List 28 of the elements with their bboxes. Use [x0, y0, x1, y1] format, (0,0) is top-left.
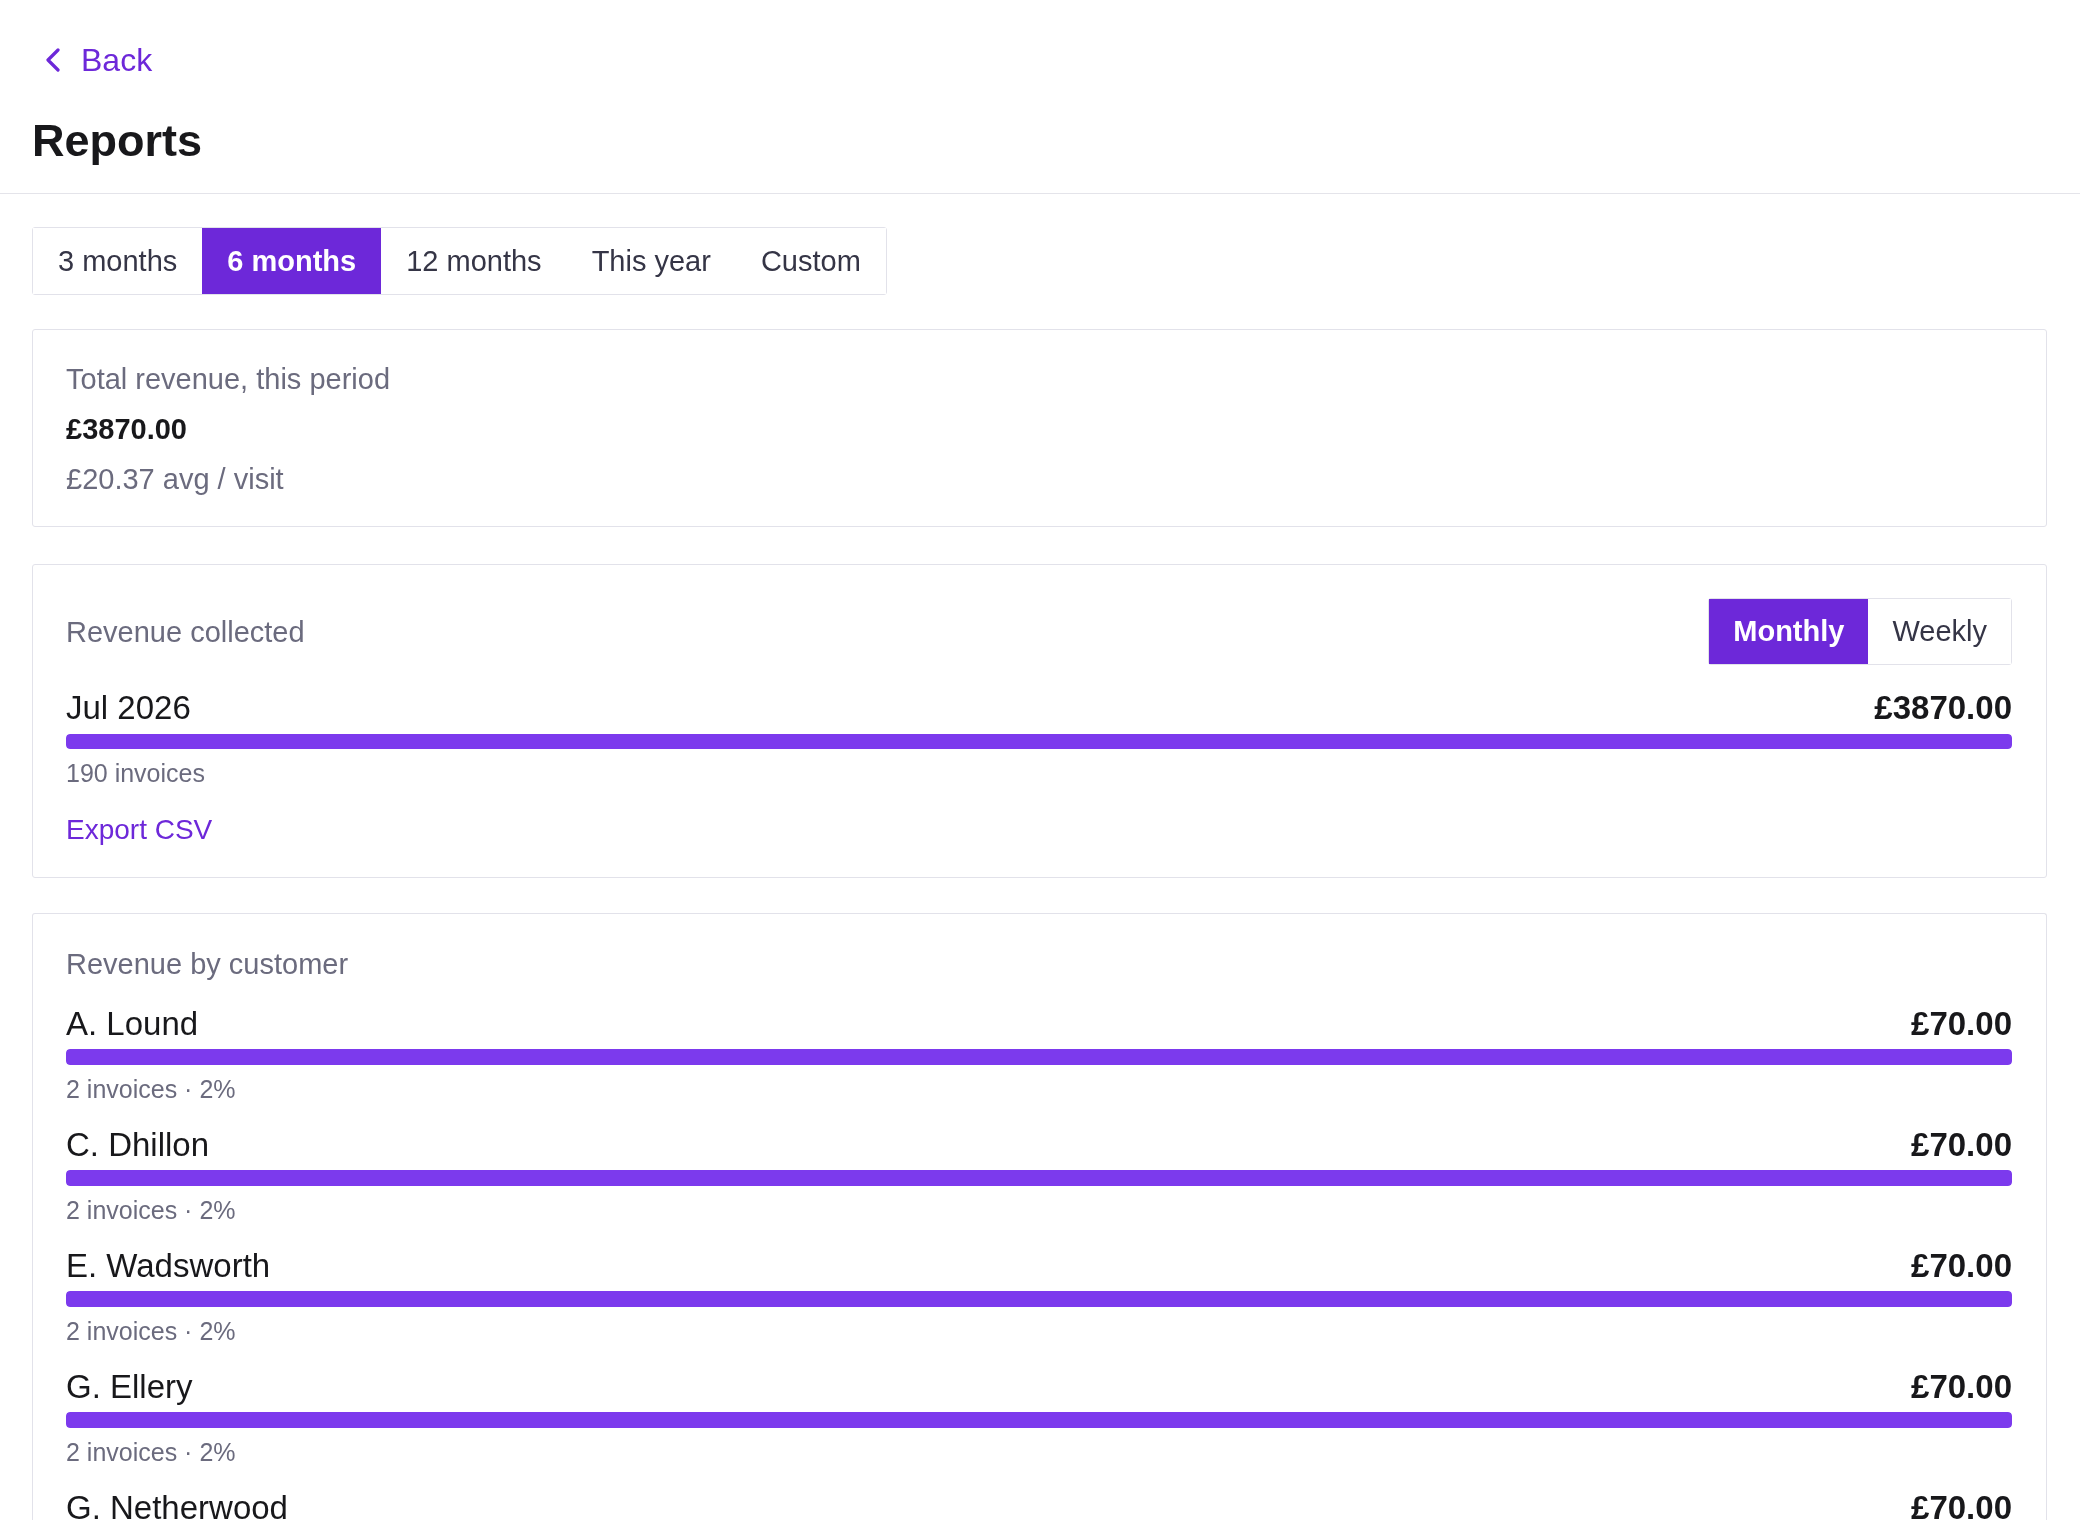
customer-amount: £70.00	[1911, 1489, 2012, 1520]
total-revenue: £3870.00	[66, 412, 187, 447]
summary-label: Total revenue, this period	[66, 362, 391, 397]
average-per-visit: £20.37 avg / visit	[66, 462, 284, 497]
card-title: Revenue collected	[66, 614, 305, 650]
granularity-option[interactable]: Monthly	[1709, 599, 1869, 664]
customer-details: 2 invoices · 2%	[66, 1074, 236, 1104]
customer-details: 2 invoices · 2%	[66, 1195, 236, 1225]
chevron-left-icon	[44, 48, 62, 72]
period-tab[interactable]: 6 months	[202, 228, 382, 294]
customer-name: E. Wadsworth	[66, 1247, 271, 1285]
customer-name: G. Netherwood	[66, 1489, 288, 1520]
customer-amount: £70.00	[1911, 1368, 2012, 1406]
customer-amount: £70.00	[1911, 1247, 2012, 1285]
back-link[interactable]: Back	[44, 42, 153, 78]
page-title: Reports	[32, 116, 203, 166]
card-title: Revenue by customer	[66, 947, 349, 981]
customer-details: 2 invoices · 2%	[66, 1437, 236, 1467]
customer-amount: £70.00	[1911, 1126, 2012, 1164]
period-label: Jul 2026	[66, 689, 191, 727]
export-csv-link[interactable]: Export CSV	[66, 812, 213, 848]
customer-name: A. Lound	[66, 1005, 199, 1043]
customer-name: G. Ellery	[66, 1368, 193, 1406]
customer-amount: £70.00	[1911, 1005, 2012, 1043]
customer-details: 2 invoices · 2%	[66, 1316, 236, 1346]
invoice-count: 190 invoices	[66, 758, 205, 788]
period-amount: £3870.00	[1874, 689, 2012, 727]
customer-name: C. Dhillon	[66, 1126, 210, 1164]
